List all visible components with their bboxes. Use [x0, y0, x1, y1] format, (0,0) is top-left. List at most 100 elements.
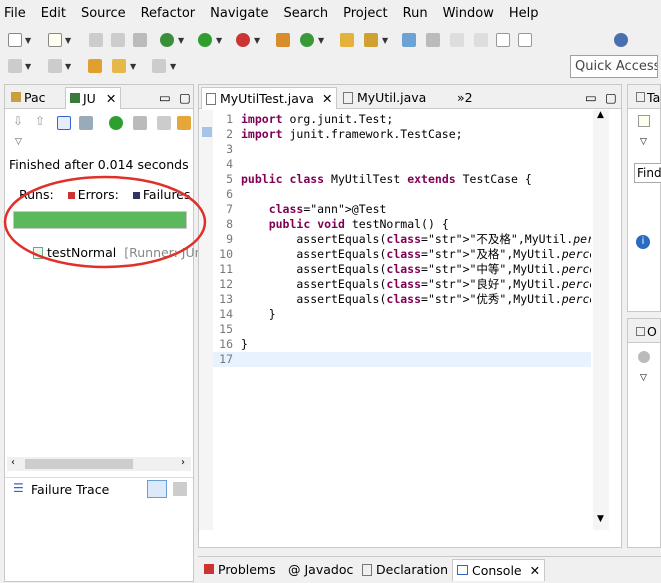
open-folder-icon[interactable]	[340, 33, 354, 47]
pin-icon[interactable]	[614, 33, 628, 47]
close-icon[interactable]: ✕	[322, 91, 332, 106]
menu-search[interactable]: Search	[283, 6, 328, 21]
previous-failure-icon[interactable]: ⇧	[35, 114, 45, 128]
dropdown-icon[interactable]: ▽	[640, 137, 647, 147]
code-line: 4	[213, 157, 591, 172]
java-file-icon	[343, 92, 353, 104]
last-edit-icon[interactable]	[88, 59, 102, 73]
java-file-icon	[206, 93, 216, 105]
block-icon[interactable]	[474, 33, 488, 47]
menu-edit[interactable]: Edit	[41, 6, 66, 21]
scroll-right-icon[interactable]: ›	[181, 457, 185, 468]
find-input[interactable]: Find	[634, 163, 661, 183]
tab-problems[interactable]: Problems	[200, 559, 280, 581]
line-number: 3	[226, 142, 233, 156]
code-text: assertEquals(class="str">"良好",MyUtil.per…	[241, 277, 591, 291]
tab-myutil[interactable]: MyUtil.java	[339, 87, 430, 109]
line-number: 16	[219, 337, 233, 351]
close-icon[interactable]: ✕	[530, 563, 540, 578]
menu-window[interactable]: Window	[443, 6, 494, 21]
scroll-left-icon[interactable]: ‹	[11, 457, 15, 468]
horizontal-scrollbar[interactable]: ‹ ›	[7, 457, 191, 471]
maximize-icon[interactable]: ▢	[601, 87, 621, 109]
code-text: public class MyUtilTest extends TestCase…	[241, 172, 532, 186]
tab-task-list[interactable]: Ta	[632, 87, 661, 109]
filter-trace-icon[interactable]	[147, 480, 167, 498]
next-failure-icon[interactable]: ⇩	[13, 114, 23, 128]
doc-icon[interactable]	[496, 33, 510, 47]
menu-help[interactable]: Help	[509, 6, 539, 21]
new-class-icon[interactable]	[300, 33, 314, 47]
line-number: 9	[226, 232, 233, 246]
line-number: 10	[219, 247, 233, 261]
code-line: 13 assertEquals(class="str">"优秀",MyUtil.…	[213, 292, 591, 307]
rerun-icon[interactable]	[109, 116, 123, 130]
tab-junit[interactable]: JU ✕	[65, 87, 122, 109]
tab-declaration[interactable]: Declaration	[358, 559, 452, 581]
junit-icon	[70, 93, 80, 103]
outline-toolbar-icon[interactable]	[638, 351, 650, 363]
problems-icon	[204, 564, 214, 574]
code-text: }	[241, 307, 276, 321]
close-icon[interactable]: ✕	[106, 91, 116, 106]
junit-toolbar: ⇩ ⇧	[5, 111, 193, 135]
package-icon[interactable]	[276, 33, 290, 47]
run-icon[interactable]	[198, 33, 212, 47]
scroll-up-icon[interactable]: ▲	[597, 110, 604, 120]
annotation-icon[interactable]	[8, 59, 22, 73]
back-icon[interactable]	[112, 59, 126, 73]
layout-icon[interactable]	[177, 116, 191, 130]
line-number: 7	[226, 202, 233, 216]
open-type-icon[interactable]	[402, 33, 416, 47]
tab-myutiltest[interactable]: MyUtilTest.java ✕	[201, 87, 338, 109]
javadoc-icon: @	[288, 562, 301, 577]
debug-icon[interactable]	[160, 33, 174, 47]
show-failures-icon[interactable]	[57, 116, 71, 130]
menu-refactor[interactable]: Refactor	[141, 6, 196, 21]
compare-icon[interactable]	[173, 482, 187, 496]
new-icon[interactable]	[8, 33, 22, 47]
stop-icon[interactable]	[157, 116, 171, 130]
forward-icon[interactable]	[152, 59, 166, 73]
rerun-failures-icon[interactable]	[133, 116, 147, 130]
view-menu-icon[interactable]: ▽	[15, 137, 22, 147]
code-text: class="ann">@Test	[268, 202, 387, 216]
save-icon[interactable]	[89, 33, 103, 47]
menu-source[interactable]: Source	[81, 6, 126, 21]
line-number: 6	[226, 187, 233, 201]
tab-package-explorer[interactable]: Pac	[7, 87, 50, 109]
dropdown-icon[interactable]: ▽	[640, 373, 647, 383]
new-task-icon[interactable]	[638, 115, 650, 127]
outline-icon	[636, 327, 645, 336]
tab-outline[interactable]: O	[632, 321, 661, 343]
new-project-icon[interactable]	[48, 33, 62, 47]
failure-trace-header: ☰ Failure Trace	[5, 477, 193, 499]
more-tabs[interactable]: »2	[453, 87, 477, 109]
code-text: }	[241, 337, 248, 351]
code-text: assertEquals(class="str">"及格",MyUtil.per…	[241, 247, 591, 261]
next-annotation-icon[interactable]	[48, 59, 62, 73]
tab-console[interactable]: Console ✕	[452, 559, 546, 581]
minimize-icon[interactable]: ▭	[155, 87, 175, 109]
external-tools-icon[interactable]	[236, 33, 250, 47]
menu-navigate[interactable]: Navigate	[210, 6, 268, 21]
print-icon[interactable]	[133, 33, 147, 47]
save-all-icon[interactable]	[111, 33, 125, 47]
quick-access-input[interactable]: Quick Access	[570, 55, 658, 78]
history-icon[interactable]	[79, 116, 93, 130]
pen-icon[interactable]	[450, 33, 464, 47]
search-icon[interactable]	[364, 33, 378, 47]
vertical-scrollbar[interactable]: ▲ ▼	[593, 110, 609, 530]
pilcrow-icon[interactable]	[518, 33, 532, 47]
code-editor[interactable]: 1 import org.junit.Test; 2 import junit.fra…	[213, 112, 591, 530]
maximize-icon[interactable]: ▢	[175, 87, 195, 109]
menu-file[interactable]: File	[4, 6, 26, 21]
scroll-thumb[interactable]	[25, 459, 133, 469]
scroll-down-icon[interactable]: ▼	[597, 514, 604, 524]
tab-javadoc[interactable]: @ Javadoc	[284, 559, 357, 581]
task-icon	[636, 92, 645, 102]
toggle-icon[interactable]	[426, 33, 440, 47]
menu-project[interactable]: Project	[343, 6, 387, 21]
minimize-icon[interactable]: ▭	[581, 87, 601, 109]
menu-run[interactable]: Run	[403, 6, 428, 21]
